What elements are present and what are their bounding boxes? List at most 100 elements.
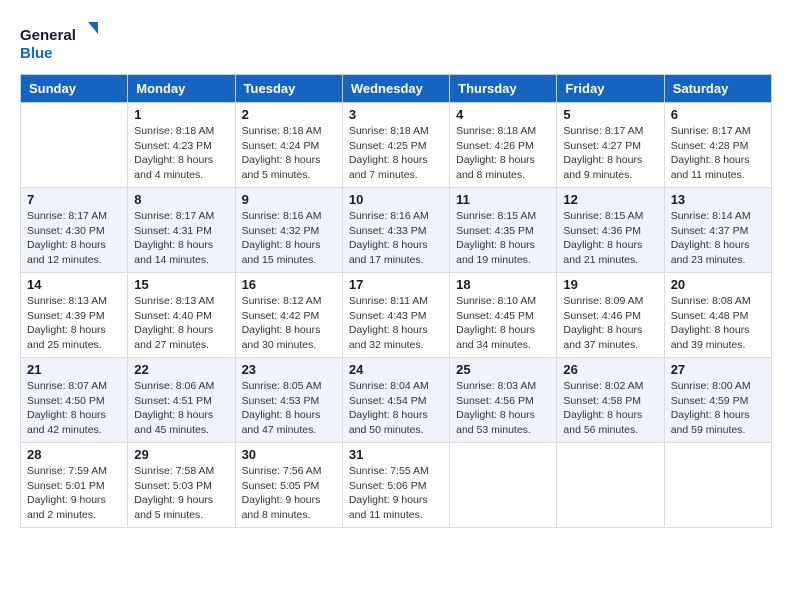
day-number: 21 [27,362,121,377]
day-number: 23 [242,362,336,377]
sunrise: Sunrise: 8:11 AM [349,295,428,307]
sunrise: Sunrise: 8:03 AM [456,380,536,392]
sunset: Sunset: 4:54 PM [349,395,427,407]
calendar-week-row: 7 Sunrise: 8:17 AM Sunset: 4:30 PM Dayli… [21,188,772,273]
day-info: Sunrise: 8:11 AM Sunset: 4:43 PM Dayligh… [349,294,443,353]
day-number: 28 [27,447,121,462]
sunset: Sunset: 4:56 PM [456,395,534,407]
sunset: Sunset: 4:30 PM [27,225,105,237]
calendar-cell: 16 Sunrise: 8:12 AM Sunset: 4:42 PM Dayl… [235,273,342,358]
sunrise: Sunrise: 8:18 AM [242,125,322,137]
sunset: Sunset: 5:01 PM [27,480,105,492]
day-info: Sunrise: 8:06 AM Sunset: 4:51 PM Dayligh… [134,379,228,438]
calendar-cell: 25 Sunrise: 8:03 AM Sunset: 4:56 PM Dayl… [450,358,557,443]
day-info: Sunrise: 8:16 AM Sunset: 4:32 PM Dayligh… [242,209,336,268]
sunrise: Sunrise: 7:58 AM [134,465,214,477]
calendar-cell: 8 Sunrise: 8:17 AM Sunset: 4:31 PM Dayli… [128,188,235,273]
daylight: Daylight: 8 hours and 12 minutes. [27,239,106,266]
day-info: Sunrise: 8:02 AM Sunset: 4:58 PM Dayligh… [563,379,657,438]
logo-svg: General Blue [20,20,100,64]
day-number: 7 [27,192,121,207]
daylight: Daylight: 8 hours and 59 minutes. [671,409,750,436]
calendar-week-row: 14 Sunrise: 8:13 AM Sunset: 4:39 PM Dayl… [21,273,772,358]
day-number: 5 [563,107,657,122]
day-info: Sunrise: 8:18 AM Sunset: 4:24 PM Dayligh… [242,124,336,183]
sunset: Sunset: 4:32 PM [242,225,320,237]
daylight: Daylight: 8 hours and 45 minutes. [134,409,213,436]
daylight: Daylight: 8 hours and 37 minutes. [563,324,642,351]
sunrise: Sunrise: 7:56 AM [242,465,322,477]
day-info: Sunrise: 8:18 AM Sunset: 4:25 PM Dayligh… [349,124,443,183]
calendar-cell: 19 Sunrise: 8:09 AM Sunset: 4:46 PM Dayl… [557,273,664,358]
day-number: 26 [563,362,657,377]
sunset: Sunset: 4:31 PM [134,225,212,237]
calendar-cell [21,103,128,188]
sunrise: Sunrise: 8:12 AM [242,295,322,307]
calendar-cell: 17 Sunrise: 8:11 AM Sunset: 4:43 PM Dayl… [342,273,449,358]
day-number: 8 [134,192,228,207]
calendar-cell: 11 Sunrise: 8:15 AM Sunset: 4:35 PM Dayl… [450,188,557,273]
day-info: Sunrise: 8:15 AM Sunset: 4:36 PM Dayligh… [563,209,657,268]
column-header-saturday: Saturday [664,75,771,103]
day-number: 1 [134,107,228,122]
daylight: Daylight: 9 hours and 2 minutes. [27,494,106,521]
sunrise: Sunrise: 8:17 AM [671,125,751,137]
calendar-cell: 23 Sunrise: 8:05 AM Sunset: 4:53 PM Dayl… [235,358,342,443]
sunset: Sunset: 4:42 PM [242,310,320,322]
calendar-week-row: 21 Sunrise: 8:07 AM Sunset: 4:50 PM Dayl… [21,358,772,443]
daylight: Daylight: 8 hours and 8 minutes. [456,154,535,181]
logo: General Blue [20,20,100,64]
sunrise: Sunrise: 8:18 AM [349,125,429,137]
daylight: Daylight: 9 hours and 11 minutes. [349,494,428,521]
calendar-cell: 7 Sunrise: 8:17 AM Sunset: 4:30 PM Dayli… [21,188,128,273]
day-info: Sunrise: 8:00 AM Sunset: 4:59 PM Dayligh… [671,379,765,438]
sunset: Sunset: 4:37 PM [671,225,749,237]
day-info: Sunrise: 8:08 AM Sunset: 4:48 PM Dayligh… [671,294,765,353]
sunset: Sunset: 4:27 PM [563,140,641,152]
day-number: 31 [349,447,443,462]
sunset: Sunset: 5:05 PM [242,480,320,492]
daylight: Daylight: 8 hours and 19 minutes. [456,239,535,266]
sunrise: Sunrise: 8:06 AM [134,380,214,392]
sunset: Sunset: 4:51 PM [134,395,212,407]
daylight: Daylight: 8 hours and 50 minutes. [349,409,428,436]
day-info: Sunrise: 8:15 AM Sunset: 4:35 PM Dayligh… [456,209,550,268]
calendar-cell: 21 Sunrise: 8:07 AM Sunset: 4:50 PM Dayl… [21,358,128,443]
day-number: 6 [671,107,765,122]
sunset: Sunset: 4:28 PM [671,140,749,152]
daylight: Daylight: 8 hours and 42 minutes. [27,409,106,436]
day-number: 4 [456,107,550,122]
day-info: Sunrise: 8:16 AM Sunset: 4:33 PM Dayligh… [349,209,443,268]
day-info: Sunrise: 8:03 AM Sunset: 4:56 PM Dayligh… [456,379,550,438]
sunrise: Sunrise: 8:04 AM [349,380,429,392]
column-header-tuesday: Tuesday [235,75,342,103]
sunset: Sunset: 4:33 PM [349,225,427,237]
calendar-cell: 6 Sunrise: 8:17 AM Sunset: 4:28 PM Dayli… [664,103,771,188]
sunset: Sunset: 4:59 PM [671,395,749,407]
day-number: 18 [456,277,550,292]
day-info: Sunrise: 7:58 AM Sunset: 5:03 PM Dayligh… [134,464,228,523]
daylight: Daylight: 8 hours and 5 minutes. [242,154,321,181]
day-info: Sunrise: 8:09 AM Sunset: 4:46 PM Dayligh… [563,294,657,353]
sunset: Sunset: 4:39 PM [27,310,105,322]
daylight: Daylight: 8 hours and 32 minutes. [349,324,428,351]
page-header: General Blue [20,20,772,64]
calendar-cell: 31 Sunrise: 7:55 AM Sunset: 5:06 PM Dayl… [342,443,449,528]
day-number: 12 [563,192,657,207]
calendar-week-row: 1 Sunrise: 8:18 AM Sunset: 4:23 PM Dayli… [21,103,772,188]
daylight: Daylight: 8 hours and 47 minutes. [242,409,321,436]
sunrise: Sunrise: 7:55 AM [349,465,429,477]
day-info: Sunrise: 7:55 AM Sunset: 5:06 PM Dayligh… [349,464,443,523]
calendar-cell: 26 Sunrise: 8:02 AM Sunset: 4:58 PM Dayl… [557,358,664,443]
column-header-wednesday: Wednesday [342,75,449,103]
sunset: Sunset: 4:40 PM [134,310,212,322]
calendar-header-row: SundayMondayTuesdayWednesdayThursdayFrid… [21,75,772,103]
daylight: Daylight: 9 hours and 5 minutes. [134,494,213,521]
daylight: Daylight: 9 hours and 8 minutes. [242,494,321,521]
sunset: Sunset: 4:53 PM [242,395,320,407]
calendar-cell: 14 Sunrise: 8:13 AM Sunset: 4:39 PM Dayl… [21,273,128,358]
day-info: Sunrise: 8:17 AM Sunset: 4:27 PM Dayligh… [563,124,657,183]
calendar-cell: 2 Sunrise: 8:18 AM Sunset: 4:24 PM Dayli… [235,103,342,188]
day-number: 17 [349,277,443,292]
day-info: Sunrise: 8:04 AM Sunset: 4:54 PM Dayligh… [349,379,443,438]
